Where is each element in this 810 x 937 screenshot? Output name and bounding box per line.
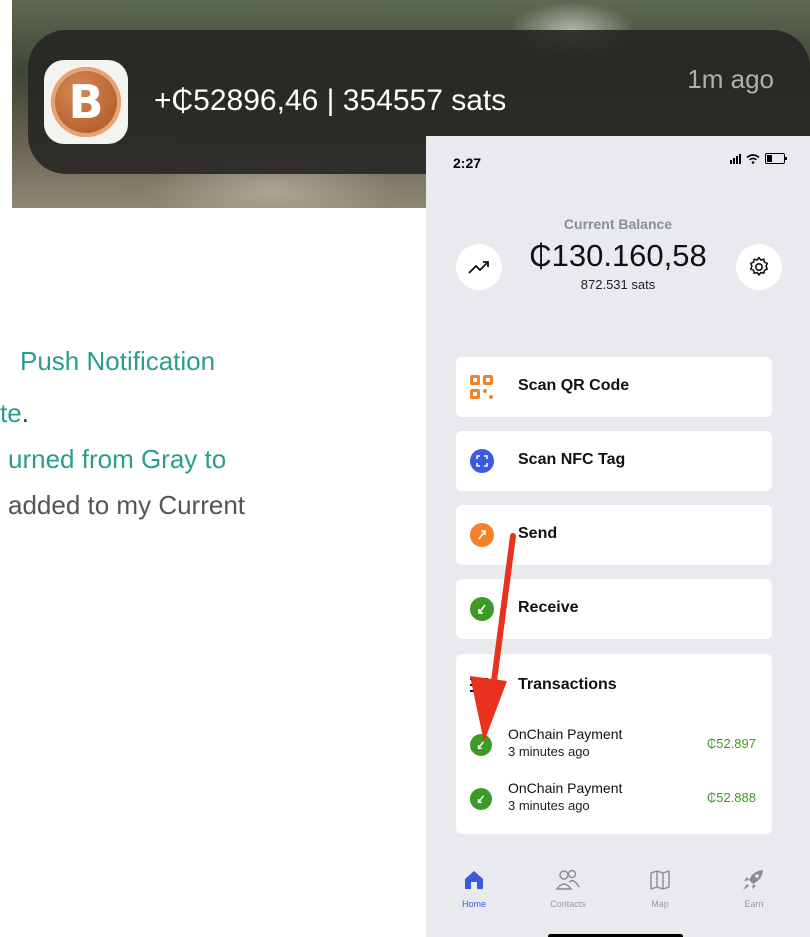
- balance-label: Current Balance: [563, 216, 673, 232]
- transactions-card: Transactions OnChain Payment 3 minutes a…: [456, 654, 772, 834]
- scan-nfc-label: Scan NFC Tag: [518, 451, 626, 468]
- transaction-amount: ₵52.897: [706, 736, 756, 751]
- contacts-icon: [555, 869, 580, 890]
- qr-code-icon: [470, 375, 494, 399]
- send-arrow-icon: [470, 523, 494, 547]
- phone-screenshot: 2:27 Current Balance ₵130.160,58 872.531…: [426, 136, 810, 937]
- gear-icon: [749, 256, 769, 276]
- chart-button[interactable]: [456, 244, 502, 290]
- scan-qr-button[interactable]: Scan QR Code: [456, 357, 772, 417]
- send-label: Send: [518, 525, 558, 542]
- list-icon: [470, 678, 488, 696]
- transaction-amount: ₵52.888: [706, 790, 756, 805]
- notification-time: 1m ago: [687, 64, 774, 94]
- trending-up-icon: [468, 261, 489, 274]
- annotation-line-3: urned from Gray to: [8, 444, 227, 474]
- scan-qr-label: Scan QR Code: [518, 377, 630, 394]
- annotation-line-1: Push Notification: [20, 346, 216, 376]
- annotation-period: .: [21, 398, 29, 428]
- annotation-line-4: added to my Current: [8, 490, 246, 520]
- tab-contacts[interactable]: Contacts: [538, 868, 598, 909]
- receive-arrow-icon: [470, 734, 492, 756]
- transaction-time: 3 minutes ago: [508, 798, 590, 813]
- tab-map[interactable]: Map: [630, 868, 690, 909]
- bitcoin-app-icon: B: [44, 60, 128, 144]
- battery-icon: [765, 153, 787, 164]
- settings-button[interactable]: [736, 244, 782, 290]
- map-icon: [650, 870, 670, 890]
- status-icons: [730, 153, 787, 164]
- tab-map-label: Map: [651, 899, 669, 909]
- receive-arrow-icon: [470, 788, 492, 810]
- receive-button[interactable]: Receive: [456, 579, 772, 639]
- scan-nfc-button[interactable]: Scan NFC Tag: [456, 431, 772, 491]
- rocket-icon: [743, 870, 763, 890]
- wifi-icon: [746, 153, 760, 164]
- status-time: 2:27: [453, 155, 482, 171]
- transaction-row[interactable]: OnChain Payment 3 minutes ago ₵52.897: [456, 722, 772, 766]
- tab-home-label: Home: [461, 899, 486, 909]
- tab-contacts-label: Contacts: [550, 899, 586, 909]
- tab-home[interactable]: Home: [444, 868, 504, 909]
- notification-title: +₵52896,46 | 354557 sats: [154, 84, 507, 117]
- transaction-name: OnChain Payment: [508, 726, 623, 742]
- tab-bar: Home Contacts Map Earn: [426, 860, 810, 937]
- nfc-icon: [470, 449, 494, 473]
- receive-label: Receive: [518, 599, 579, 616]
- annotation-line-2-text: te: [0, 398, 22, 428]
- transaction-name: OnChain Payment: [508, 780, 623, 796]
- tab-earn[interactable]: Earn: [724, 868, 784, 909]
- bitcoin-logo-icon: B: [51, 67, 121, 137]
- transactions-title: Transactions: [518, 676, 617, 693]
- transaction-time: 3 minutes ago: [508, 744, 590, 759]
- annotation-line-2: te.: [0, 398, 29, 429]
- transaction-row[interactable]: OnChain Payment 3 minutes ago ₵52.888: [456, 776, 772, 820]
- signal-icon: [730, 153, 741, 164]
- tab-earn-label: Earn: [744, 899, 764, 909]
- receive-arrow-icon: [470, 597, 494, 621]
- home-icon: [465, 871, 483, 889]
- send-button[interactable]: Send: [456, 505, 772, 565]
